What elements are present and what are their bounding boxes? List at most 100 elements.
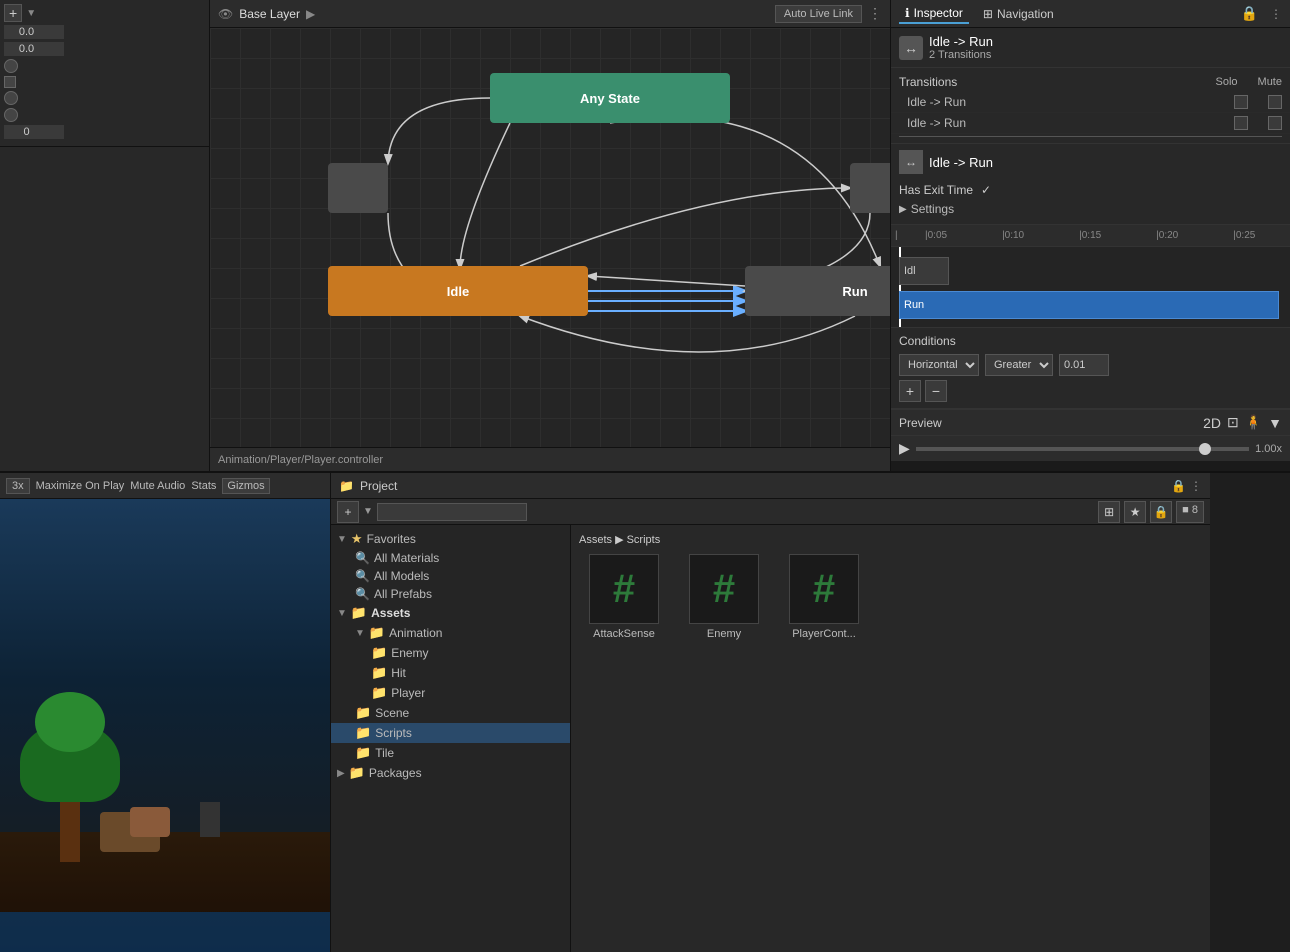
tree-hit[interactable]: 📁 Hit: [331, 663, 570, 683]
project-add-button[interactable]: +: [337, 501, 359, 523]
preview-zoom: 1.00x: [1255, 443, 1282, 455]
tree-scene[interactable]: 📁 Scene: [331, 703, 570, 723]
state-any-state[interactable]: Any State: [490, 73, 730, 123]
playhead-time: |: [895, 230, 898, 241]
condition-remove-button[interactable]: −: [925, 380, 947, 402]
has-exit-checkbox[interactable]: ✓: [981, 183, 991, 197]
stats-button[interactable]: Stats: [191, 480, 216, 492]
add-parameter-button[interactable]: +: [4, 4, 22, 22]
tree-assets[interactable]: ▼ 📁 Assets: [331, 603, 570, 623]
tree-enemy[interactable]: 📁 Enemy: [331, 643, 570, 663]
tab-inspector[interactable]: ℹ Inspector: [899, 4, 969, 24]
param-toggle-2[interactable]: [4, 76, 16, 88]
assets-breadcrumb: Assets ▶ Scripts: [579, 533, 1202, 546]
condition-param-dropdown[interactable]: Horizontal: [899, 354, 979, 376]
breadcrumb-path: Animation/Player/Player.controller: [218, 454, 383, 466]
asset-enemy[interactable]: # Enemy: [679, 554, 769, 640]
hit-folder-icon: 📁: [371, 665, 387, 681]
param-toggle-4[interactable]: [4, 108, 18, 122]
tree-player[interactable]: 📁 Player: [331, 683, 570, 703]
search-icon-materials: 🔍: [355, 551, 370, 565]
mute-checkbox-1[interactable]: [1268, 95, 1282, 109]
transition-row-1[interactable]: Idle -> Run: [891, 92, 1290, 113]
inspector-panel: ℹ Inspector ⊞ Navigation 🔒 ⋮ ↔ Idle -> R…: [890, 0, 1290, 471]
inspector-lock-button[interactable]: 🔒: [1241, 5, 1258, 22]
favorites-star: ★: [351, 531, 363, 547]
tree-packages[interactable]: ▶ 📁 Packages: [331, 763, 570, 783]
pixel-scene: [0, 499, 330, 952]
breadcrumb-separator: ▶: [615, 534, 627, 546]
transition-detail: ↔ Idle -> Run Has Exit Time ✓ ▶ Settings: [891, 144, 1290, 225]
project-panel: 📁 Project 🔒 ⋮ + ▼ ⊞ ★ 🔒 ■ 8: [330, 473, 1210, 952]
mark-3: |0:15: [1079, 230, 1101, 241]
timeline-section: | |0:05 |0:10 |0:15 |0:20 |0:25 Idl: [891, 225, 1290, 328]
project-search-input[interactable]: [377, 503, 527, 521]
project-add-arrow[interactable]: ▼: [363, 506, 373, 517]
game-canvas: [0, 499, 330, 952]
search-icon-models: 🔍: [355, 569, 370, 583]
state-box1[interactable]: [328, 163, 388, 213]
preview-slider[interactable]: [916, 447, 1249, 451]
state-idle[interactable]: Idle: [328, 266, 588, 316]
tree-foliage-top: [35, 692, 105, 752]
preview-settings-button[interactable]: ▼: [1268, 415, 1282, 431]
state-heavy-attack[interactable]: HeavyAtta...: [850, 163, 890, 213]
state-run[interactable]: Run: [745, 266, 890, 316]
water-layer: [0, 912, 330, 952]
tree-all-prefabs[interactable]: 🔍 All Prefabs: [331, 585, 570, 603]
preview-2d-button[interactable]: 2D: [1203, 415, 1221, 431]
scale-label[interactable]: 3x: [6, 478, 30, 494]
tree-scripts[interactable]: 📁 Scripts: [331, 723, 570, 743]
tab-navigation[interactable]: ⊞ Navigation: [977, 5, 1060, 23]
preview-camera-button[interactable]: ⊡: [1227, 414, 1239, 431]
maximize-on-play-button[interactable]: Maximize On Play: [36, 480, 125, 492]
inspector-menu-button[interactable]: ⋮: [1270, 7, 1282, 21]
solo-checkbox-2[interactable]: [1234, 116, 1248, 130]
mute-audio-button[interactable]: Mute Audio: [130, 480, 185, 492]
has-exit-time-row: Has Exit Time ✓: [899, 180, 1282, 200]
project-lock2-button[interactable]: 🔒: [1150, 501, 1172, 523]
condition-row-1: Horizontal Greater: [899, 354, 1282, 376]
animator-graph[interactable]: Any State HeavyAtta... Idle Run: [210, 28, 890, 447]
settings-arrow: ▶: [899, 204, 907, 215]
preview-play-button[interactable]: ▶: [899, 440, 910, 457]
project-lock-button[interactable]: 🔒: [1171, 479, 1186, 493]
preview-avatar-button[interactable]: 🧍: [1245, 414, 1262, 431]
asset-attacksense[interactable]: # AttackSense: [579, 554, 669, 640]
tree-favorites-header[interactable]: ▼ ★ Favorites: [331, 529, 570, 549]
project-view-button[interactable]: ⊞: [1098, 501, 1120, 523]
param-toggle-1[interactable]: [4, 59, 18, 73]
tree-all-materials[interactable]: 🔍 All Materials: [331, 549, 570, 567]
project-fav-button[interactable]: ★: [1124, 501, 1146, 523]
condition-comparator-dropdown[interactable]: Greater: [985, 354, 1053, 376]
mark-1: |0:05: [925, 230, 947, 241]
mute-checkbox-2[interactable]: [1268, 116, 1282, 130]
settings-row[interactable]: ▶ Settings: [899, 200, 1282, 218]
condition-value-input[interactable]: [1059, 354, 1109, 376]
transition-row-2[interactable]: Idle -> Run: [891, 113, 1290, 134]
project-assets: Assets ▶ Scripts # AttackSense: [571, 525, 1210, 952]
project-menu-button[interactable]: ⋮: [1190, 479, 1202, 493]
param-value-1[interactable]: [4, 25, 64, 39]
tree-all-models[interactable]: 🔍 All Models: [331, 567, 570, 585]
param-value-2[interactable]: [4, 42, 64, 56]
auto-live-button[interactable]: Auto Live Link: [775, 5, 862, 23]
asset-playercont[interactable]: # PlayerCont...: [779, 554, 869, 640]
condition-add-button[interactable]: +: [899, 380, 921, 402]
param-value-3[interactable]: [4, 125, 64, 139]
navigation-tab-icon: ⊞: [983, 7, 993, 21]
animator-menu-button[interactable]: ⋮: [868, 5, 882, 22]
param-toggle-3[interactable]: [4, 91, 18, 105]
tree-animation[interactable]: ▼ 📁 Animation: [331, 623, 570, 643]
preview-section: Preview 2D ⊡ 🧍 ▼ ▶ 1.00x: [891, 409, 1290, 471]
attacksense-label: AttackSense: [593, 628, 655, 640]
tree-tile[interactable]: 📁 Tile: [331, 743, 570, 763]
preview-title: Preview: [899, 416, 942, 430]
preview-slider-thumb: [1199, 443, 1211, 455]
solo-checkbox-1[interactable]: [1234, 95, 1248, 109]
inspector-content: ↔ Idle -> Run 2 Transitions Transitions …: [891, 28, 1290, 471]
gizmos-dropdown[interactable]: Gizmos: [222, 478, 269, 494]
mark-4: |0:20: [1156, 230, 1178, 241]
timeline-body[interactable]: Idl Run: [891, 247, 1290, 327]
preview-header: Preview 2D ⊡ 🧍 ▼: [891, 410, 1290, 436]
